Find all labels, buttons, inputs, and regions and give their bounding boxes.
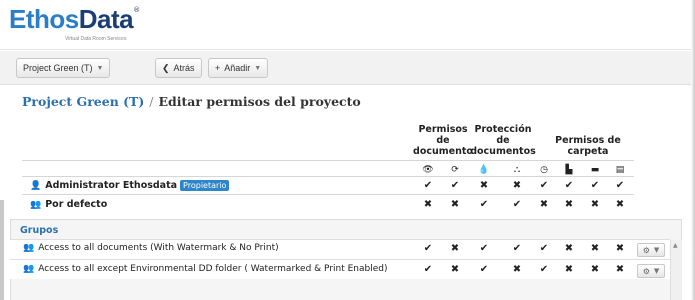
plus-icon: +	[215, 63, 221, 73]
user-icon: 👤	[30, 180, 42, 191]
group-label: 👥 Access to all documents (With Watermar…	[23, 243, 279, 253]
caret-down-icon: ▼	[96, 64, 104, 72]
perm-mark[interactable]: ✔	[587, 180, 603, 191]
perm-mark[interactable]: ✖	[509, 180, 525, 191]
group-settings-button[interactable]: ⚙ ▼	[637, 243, 665, 257]
toolbar: Project Green (T) ▼ ❮ Atrás + Añadir ▼	[0, 51, 695, 85]
perm-mark[interactable]: ✔	[420, 243, 436, 254]
perm-mark[interactable]: ✖	[612, 199, 628, 210]
back-button-label: Atrás	[173, 63, 195, 73]
add-button-label: Añadir	[224, 63, 251, 73]
col-header-line: de	[436, 135, 450, 146]
perm-mark[interactable]: ✖	[561, 199, 577, 210]
perm-mark[interactable]: ✔	[536, 264, 552, 275]
logo-tagline: Virtual Data Room Services	[65, 36, 127, 42]
perm-mark[interactable]: ✔	[612, 180, 628, 191]
right-window-edge	[691, 0, 695, 300]
file-icon: ▙	[565, 165, 573, 175]
sync-icon: ⟳	[451, 165, 459, 175]
perm-mark[interactable]: ✔	[509, 243, 525, 254]
perm-mark[interactable]: ✖	[509, 264, 525, 275]
page-title: Project Green (T) / Editar permisos del pr…	[22, 94, 361, 109]
logo-registered-mark: ®	[133, 6, 141, 14]
perm-mark[interactable]: ✔	[447, 180, 463, 191]
perm-mark[interactable]: ✔	[476, 199, 492, 210]
header-divider	[22, 160, 634, 161]
perm-mark[interactable]: ✔	[561, 180, 577, 191]
perm-mark[interactable]: ✔	[420, 180, 436, 191]
perm-mark[interactable]: ✖	[612, 264, 628, 275]
groups-title: Grupos	[20, 225, 59, 236]
scroll-up-arrow-icon[interactable]: ▲	[673, 242, 678, 249]
user-row-default: 👥 Por defecto	[30, 199, 107, 210]
perm-mark[interactable]: ✖	[447, 243, 463, 254]
drop-icon: 💧	[478, 165, 490, 175]
file-text-icon: ▤	[615, 165, 625, 175]
perm-mark[interactable]: ✖	[561, 243, 577, 254]
gear-icon: ⚙	[642, 245, 650, 255]
col-header-line: Permisos	[418, 124, 468, 135]
perm-mark[interactable]: ✔	[536, 180, 552, 191]
perm-mark[interactable]: ✖	[587, 243, 603, 254]
users-icon: 👥	[23, 264, 35, 274]
perm-mark[interactable]: ✖	[612, 243, 628, 254]
left-window-edge	[0, 200, 4, 300]
group-name: Access to all except Environmental DD fo…	[38, 264, 388, 274]
perm-mark[interactable]: ✖	[536, 199, 552, 210]
app-header: EthosData® Virtual Data Room Services	[0, 0, 695, 50]
perm-mark[interactable]: ✔	[420, 264, 436, 275]
project-select-label: Project Green (T)	[23, 63, 93, 73]
caret-down-icon: ▼	[653, 267, 660, 275]
perm-mark[interactable]: ✖	[476, 180, 492, 191]
perm-mark[interactable]: ✖	[561, 264, 577, 275]
perm-mark[interactable]: ✖	[447, 199, 463, 210]
users-icon: 👥	[30, 199, 42, 210]
breadcrumb-current: Editar permisos del proyecto	[158, 94, 361, 109]
back-button[interactable]: ❮ Atrás	[155, 58, 202, 78]
perm-mark[interactable]: ✖	[587, 264, 603, 275]
row-divider	[22, 194, 634, 195]
icons-divider	[22, 176, 634, 177]
logo-data-text: Data	[78, 4, 134, 34]
col-header-document-protection: Protección de documentos	[469, 124, 537, 157]
gear-icon: ⚙	[642, 266, 650, 276]
group-settings-button[interactable]: ⚙ ▼	[637, 264, 665, 278]
col-header-document-permissions: Permisos de documento	[413, 124, 473, 157]
perm-mark[interactable]: ✔	[509, 199, 525, 210]
perm-mark[interactable]: ✖	[587, 199, 603, 210]
sitemap-icon: ⛬	[513, 165, 521, 175]
col-header-folder-permissions: Permisos de carpeta	[550, 135, 626, 157]
chevron-left-icon: ❮	[162, 62, 170, 73]
user-name: Por defecto	[45, 199, 108, 210]
ethosdata-logo[interactable]: EthosData® Virtual Data Room Services	[9, 4, 141, 42]
project-select[interactable]: Project Green (T) ▼	[16, 58, 111, 78]
col-header-line: Permisos de	[555, 135, 621, 146]
perm-mark[interactable]: ✔	[536, 243, 552, 254]
groups-scrollbar[interactable]: ▲	[670, 240, 682, 300]
logo-ethos-text: Ethos	[9, 4, 79, 34]
clock-icon: ◷	[540, 165, 548, 175]
owner-badge: Propietario	[180, 180, 230, 191]
perm-mark[interactable]: ✖	[420, 199, 436, 210]
perm-mark[interactable]: ✖	[447, 264, 463, 275]
col-header-line: documento	[413, 146, 473, 157]
add-dropdown-button[interactable]: + Añadir ▼	[208, 58, 269, 78]
perm-mark[interactable]: ✔	[476, 264, 492, 275]
group-name: Access to all documents (With Watermark …	[38, 243, 279, 253]
folder-open-icon: ▬	[590, 165, 600, 175]
perm-mark[interactable]: ✔	[476, 243, 492, 254]
breadcrumb-project-link[interactable]: Project Green (T)	[22, 94, 144, 109]
eye-icon: 👁	[422, 165, 434, 175]
col-header-line: Protección	[474, 124, 532, 135]
user-name: Administrator Ethosdata	[45, 180, 178, 191]
col-header-line: de	[496, 135, 510, 146]
col-header-line: documentos	[470, 146, 536, 157]
group-label: 👥 Access to all except Environmental DD …	[23, 264, 387, 274]
breadcrumb-separator: /	[149, 94, 154, 109]
col-header-line: carpeta	[567, 146, 609, 157]
users-icon: 👥	[23, 243, 35, 253]
user-row-administrator: 👤 Administrator Ethosdata Propietario	[30, 180, 230, 191]
caret-down-icon: ▼	[653, 246, 660, 254]
caret-down-icon: ▼	[254, 64, 262, 72]
